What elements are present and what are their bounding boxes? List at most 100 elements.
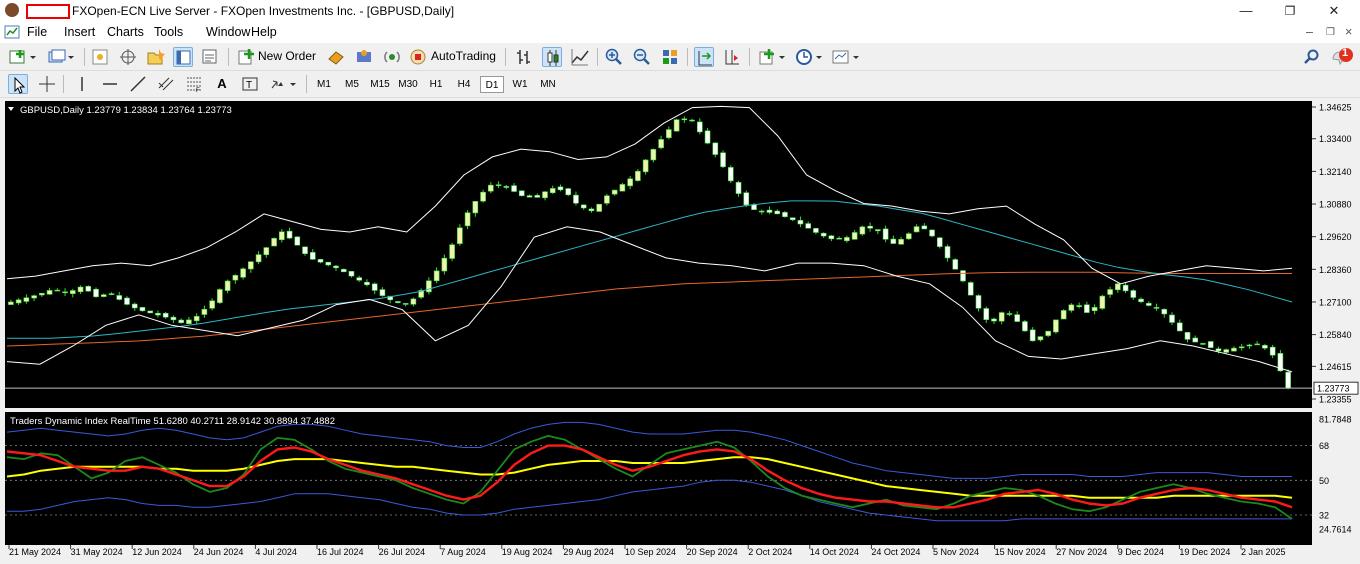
strategy-tester-icon[interactable] — [200, 47, 220, 67]
date-tick-label: 20 Sep 2024 — [687, 547, 738, 557]
maximize-button[interactable]: ❐ — [1270, 2, 1310, 20]
timeframe-m5[interactable]: M5 — [340, 76, 364, 93]
candle-body — [975, 295, 982, 309]
data-window-icon[interactable] — [118, 47, 138, 67]
candle-body — [1107, 289, 1113, 295]
app-icon — [5, 3, 19, 17]
trendline-icon[interactable] — [128, 74, 148, 94]
arrows-icon[interactable] — [268, 74, 298, 94]
candlestick-chart-icon[interactable] — [542, 47, 562, 67]
candle-body — [642, 159, 649, 173]
candle-body — [1060, 310, 1067, 320]
new-order-icon[interactable] — [236, 47, 256, 67]
candle-body — [697, 121, 703, 133]
tile-windows-icon[interactable] — [660, 47, 680, 67]
date-tick-label: 4 Jul 2024 — [255, 547, 297, 557]
horizontal-line-icon[interactable] — [100, 74, 120, 94]
candle-body — [1115, 283, 1121, 291]
market-watch-icon[interactable] — [90, 47, 110, 67]
price-tick-label: 1.27100 — [1319, 297, 1352, 307]
mdi-restore-icon[interactable]: ❐ — [1326, 27, 1335, 38]
candle-body — [348, 271, 355, 277]
candle-body — [689, 119, 695, 122]
crosshair-icon[interactable] — [37, 74, 57, 94]
periods-icon[interactable] — [794, 47, 824, 67]
candle-body — [1045, 330, 1051, 336]
candle-body — [1068, 304, 1075, 311]
timeframe-h1[interactable]: H1 — [424, 76, 448, 93]
candle-body — [836, 237, 842, 240]
menu-tools[interactable]: Window — [206, 25, 250, 39]
new-chart-icon[interactable] — [8, 47, 36, 67]
line-chart-icon[interactable] — [570, 47, 590, 67]
menu-charts[interactable]: Tools — [154, 25, 183, 39]
indicators-icon[interactable] — [757, 47, 787, 67]
candle-body — [31, 295, 37, 299]
zoom-out-icon[interactable] — [632, 47, 652, 67]
autotrading-icon[interactable] — [408, 47, 428, 67]
candle-body — [851, 232, 858, 240]
candle-body — [805, 223, 811, 229]
candle-body — [54, 289, 61, 292]
timeframe-m1[interactable]: M1 — [312, 76, 336, 93]
chart-canvas[interactable]: 1.34625 1.33400 1.32140 1.30880 1.29620 1.283… — [3, 99, 1360, 561]
menu-insert[interactable]: Charts — [107, 25, 144, 39]
autotrading-button[interactable]: AutoTrading — [431, 49, 496, 63]
candle-body — [704, 130, 711, 144]
candle-body — [69, 290, 76, 294]
menu-window[interactable]: Help — [251, 25, 277, 39]
fibonacci-icon[interactable]: F — [184, 74, 204, 94]
zoom-in-icon[interactable] — [604, 47, 624, 67]
candle-body — [1037, 336, 1044, 341]
profiles-icon[interactable] — [46, 47, 74, 67]
timeframe-w1[interactable]: W1 — [508, 76, 532, 93]
minimize-button[interactable]: — — [1226, 2, 1266, 20]
current-price-label: 1.23773 — [1317, 384, 1350, 394]
date-tick-label: 2 Jan 2025 — [1241, 547, 1286, 557]
close-button[interactable]: ✕ — [1314, 2, 1354, 20]
meta-editor-icon[interactable] — [354, 47, 374, 67]
candle-body — [302, 246, 308, 254]
notification-count: 1 — [1342, 47, 1349, 59]
equidistant-channel-icon[interactable] — [156, 74, 176, 94]
timeframe-h4[interactable]: H4 — [452, 76, 476, 93]
indicator-tick-label: 32 — [1319, 511, 1329, 521]
navigator-icon[interactable] — [145, 47, 165, 67]
date-tick-label: 14 Oct 2024 — [810, 547, 859, 557]
candle-body — [565, 188, 572, 196]
search-icon[interactable] — [1302, 47, 1322, 67]
chart-window[interactable]: 1.34625 1.33400 1.32140 1.30880 1.29620 1.283… — [3, 99, 1360, 561]
cursor-icon[interactable] — [8, 74, 28, 94]
candle-body — [766, 209, 773, 213]
text-label-icon[interactable]: T — [240, 74, 260, 94]
timeframe-mn[interactable]: MN — [536, 76, 560, 93]
vertical-line-icon[interactable] — [72, 74, 92, 94]
terminal-icon[interactable] — [173, 47, 193, 67]
date-tick-label: 29 Aug 2024 — [563, 547, 614, 557]
candle-body — [147, 310, 154, 314]
auto-scroll-icon[interactable] — [694, 47, 714, 67]
candle-body — [433, 270, 440, 282]
mdi-minimize-icon[interactable]: – — [1306, 25, 1313, 39]
candle-body — [898, 239, 904, 245]
candle-body — [549, 188, 556, 194]
menu-file[interactable]: File — [27, 25, 47, 39]
expert-icon[interactable] — [326, 47, 346, 67]
mdi-close-icon[interactable]: × — [1345, 25, 1352, 39]
new-order-button[interactable]: New Order — [258, 49, 316, 63]
candle-body — [1285, 371, 1291, 389]
candle-body — [395, 301, 401, 303]
menu-view[interactable]: Insert — [64, 25, 95, 39]
timeframe-m30[interactable]: M30 — [396, 76, 420, 93]
text-icon[interactable]: A — [212, 74, 232, 94]
timeframe-m15[interactable]: M15 — [368, 76, 392, 93]
templates-icon[interactable] — [831, 47, 861, 67]
candle-body — [162, 312, 169, 318]
timeframe-d1[interactable]: D1 — [480, 76, 504, 93]
indicator-tick-label: 50 — [1319, 476, 1329, 486]
chart-shift-icon[interactable] — [722, 47, 742, 67]
bar-chart-icon[interactable] — [514, 47, 534, 67]
candle-body — [1161, 309, 1168, 315]
signals-icon[interactable] — [382, 47, 402, 67]
candle-body — [209, 300, 215, 309]
